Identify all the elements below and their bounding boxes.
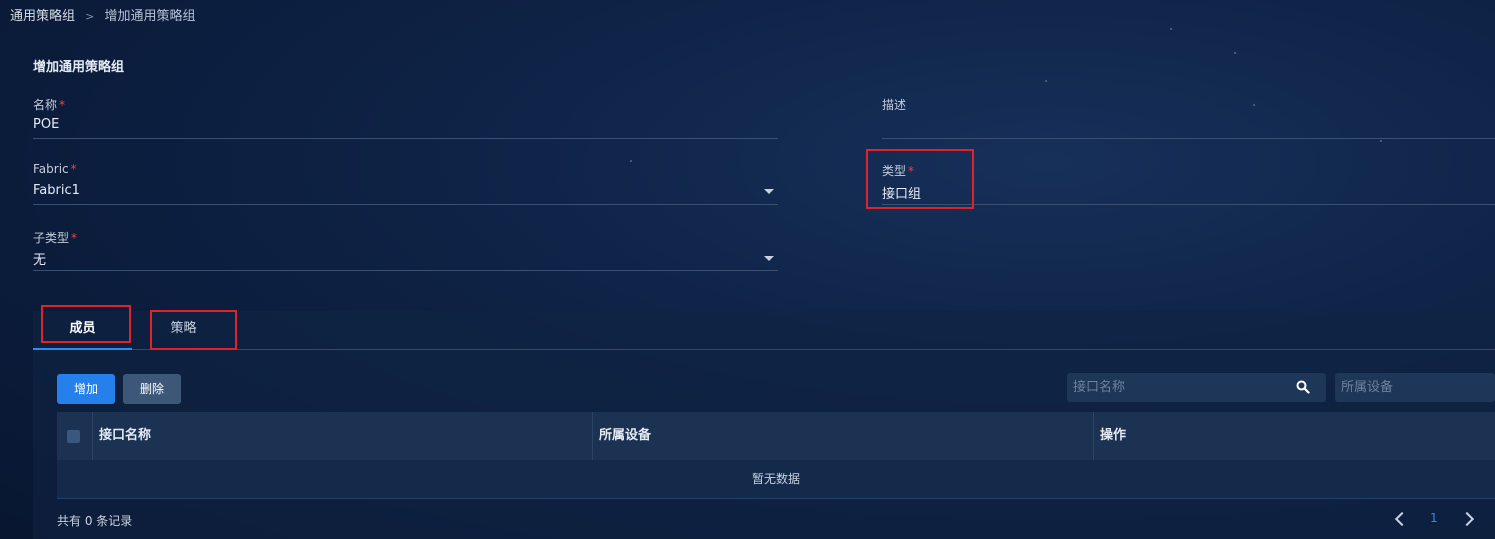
name-value: POE	[33, 117, 60, 132]
empty-state: 暂无数据	[57, 460, 1495, 499]
members-table: 接口名称 所属设备 操作 暂无数据	[57, 412, 1495, 499]
interface-search	[1067, 373, 1326, 402]
chevron-down-icon[interactable]	[764, 189, 774, 194]
name-field[interactable]: 名称 * POE	[33, 96, 778, 139]
add-button[interactable]: 增加	[57, 374, 115, 404]
subtype-value: 无	[33, 253, 47, 268]
device-search-input[interactable]	[1335, 373, 1495, 402]
background-star	[1234, 52, 1236, 54]
page-number[interactable]: 1	[1430, 511, 1438, 525]
background-star	[1045, 80, 1047, 82]
breadcrumb-root[interactable]: 通用策略组	[10, 9, 75, 24]
column-header-device[interactable]: 所属设备	[599, 412, 651, 460]
delete-button[interactable]: 删除	[123, 374, 181, 404]
required-mark: *	[71, 231, 78, 245]
total-records: 共有 0 条记录	[57, 514, 133, 528]
search-icon[interactable]	[1296, 380, 1310, 394]
column-divider	[92, 412, 93, 460]
fabric-value: Fabric1	[33, 183, 80, 198]
highlight-box-members-tab	[41, 305, 131, 343]
select-all-checkbox[interactable]	[67, 430, 80, 443]
tab-bar: 成员 策略	[33, 311, 1495, 350]
table-header: 接口名称 所属设备 操作	[57, 412, 1495, 460]
highlight-box-policy-tab	[150, 310, 237, 350]
description-label: 描述	[882, 98, 907, 112]
form-title: 增加通用策略组	[33, 60, 125, 75]
required-mark: *	[59, 98, 66, 112]
breadcrumb-current: 增加通用策略组	[104, 9, 196, 24]
highlight-box-type	[866, 149, 974, 209]
column-divider	[1093, 412, 1094, 460]
name-label-text: 名称	[33, 98, 58, 112]
device-search	[1335, 373, 1495, 402]
breadcrumb-separator: >	[85, 10, 95, 23]
column-divider	[592, 412, 593, 460]
fabric-label-text: Fabric	[33, 162, 69, 176]
column-header-interface-name[interactable]: 接口名称	[99, 412, 151, 460]
name-label: 名称 *	[33, 96, 65, 113]
description-field[interactable]: 描述	[882, 96, 1495, 139]
subtype-label: 子类型 *	[33, 229, 77, 246]
subtype-label-text: 子类型	[33, 231, 70, 245]
background-star	[1380, 140, 1382, 142]
background-star	[1170, 28, 1172, 30]
breadcrumb: 通用策略组 > 增加通用策略组	[10, 5, 196, 24]
interface-search-input[interactable]	[1067, 373, 1326, 402]
subtype-select[interactable]: 子类型 * 无	[33, 229, 778, 271]
fabric-select[interactable]: Fabric * Fabric1	[33, 162, 778, 205]
required-mark: *	[70, 162, 77, 176]
chevron-down-icon[interactable]	[764, 256, 774, 261]
column-header-actions: 操作	[1100, 428, 1127, 443]
fabric-label: Fabric *	[33, 162, 77, 176]
